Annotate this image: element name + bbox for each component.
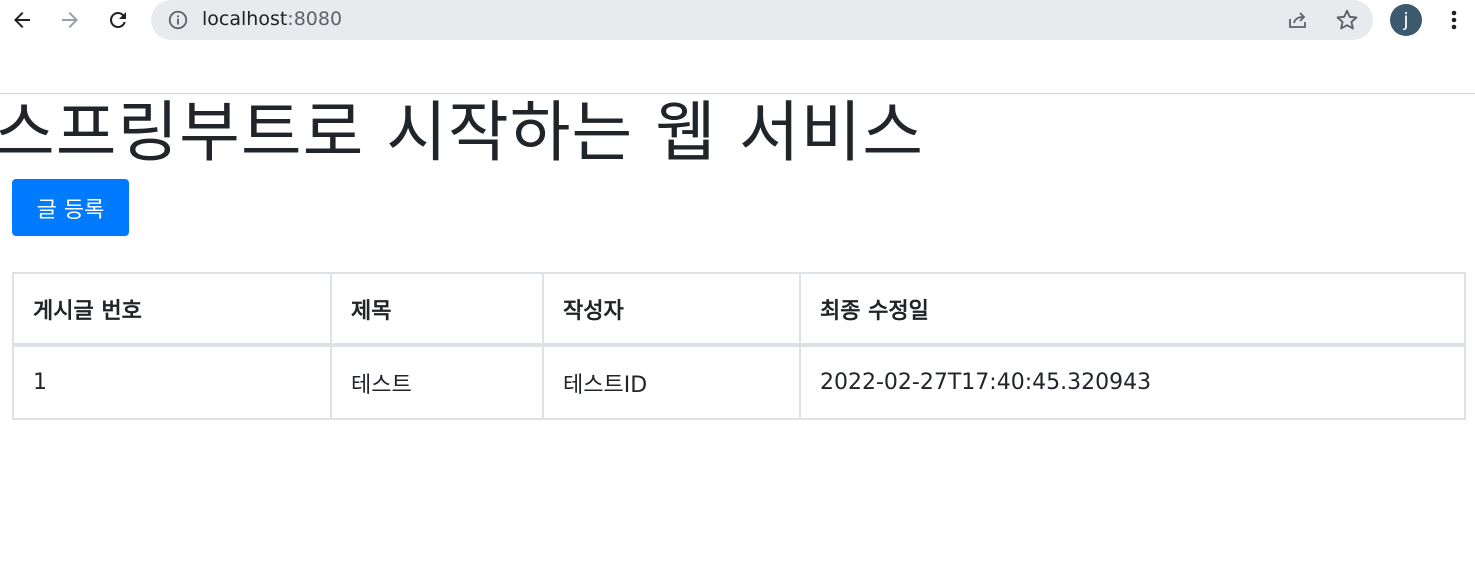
page-title: 스프링부트로 시작하는 웹 서비스 xyxy=(0,94,925,171)
back-button[interactable] xyxy=(6,4,38,36)
table-row: 1 테스트 테스트ID 2022-02-27T17:40:45.320943 xyxy=(12,344,1466,420)
cell-modified-date: 2022-02-27T17:40:45.320943 xyxy=(799,344,1466,420)
cell-author: 테스트ID xyxy=(542,344,801,420)
more-vert-icon[interactable] xyxy=(1444,6,1464,34)
cell-post-number: 1 xyxy=(12,344,332,420)
header-post-number: 게시글 번호 xyxy=(12,272,332,347)
url-port: :8080 xyxy=(287,8,343,30)
posts-table: 게시글 번호 제목 작성자 최종 수정일 1 테스트 테스트ID 2022-02… xyxy=(12,272,1466,420)
reload-button[interactable] xyxy=(102,4,134,36)
profile-initial: j xyxy=(1403,9,1409,31)
url-text[interactable]: localhost:8080 xyxy=(202,8,342,30)
reload-icon xyxy=(110,12,126,28)
address-bar[interactable]: localhost:8080 xyxy=(151,0,1373,40)
forward-button[interactable] xyxy=(54,4,86,36)
table-header-row: 게시글 번호 제목 작성자 최종 수정일 xyxy=(12,272,1466,347)
profile-avatar[interactable]: j xyxy=(1390,4,1422,36)
header-title: 제목 xyxy=(330,272,544,347)
star-icon[interactable] xyxy=(1334,7,1360,33)
share-icon[interactable] xyxy=(1286,8,1310,32)
cell-title[interactable]: 테스트 xyxy=(330,344,544,420)
arrow-right-icon xyxy=(62,12,78,28)
browser-toolbar: localhost:8080 j xyxy=(0,0,1475,94)
header-modified-date: 최종 수정일 xyxy=(799,272,1466,347)
register-post-button[interactable]: 글 등록 xyxy=(12,179,129,236)
url-host: localhost xyxy=(202,8,288,30)
header-author: 작성자 xyxy=(542,272,801,347)
info-icon[interactable] xyxy=(167,9,189,31)
arrow-left-icon xyxy=(14,12,30,28)
